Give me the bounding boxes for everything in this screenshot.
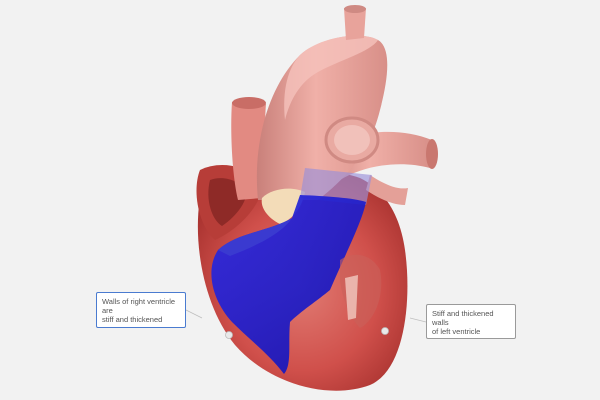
leader-line-right-ventricle — [185, 309, 203, 319]
pulmonary-artery-opening — [426, 139, 438, 169]
callout-line: walls — [432, 318, 449, 327]
pulmonary-ring-inner — [334, 125, 370, 155]
callout-left-ventricle[interactable]: Stiff and thickened walls of left ventri… — [426, 304, 516, 339]
pointer-dot-left-ventricle[interactable] — [381, 327, 389, 335]
callout-line: are — [102, 306, 113, 315]
aortic-branch-opening — [344, 5, 366, 13]
callout-line: stiff and thickened — [102, 315, 163, 324]
pointer-dot-right-ventricle[interactable] — [225, 331, 233, 339]
leader-line-left-ventricle — [409, 317, 427, 323]
callout-line: of left ventricle — [432, 327, 481, 336]
callout-line: Stiff and thickened — [432, 309, 494, 318]
callout-line: Walls of right ventricle — [102, 297, 176, 306]
callout-right-ventricle[interactable]: Walls of right ventricle are stiff and t… — [96, 292, 186, 328]
vena-cava-opening — [232, 97, 266, 109]
heart-illustration — [185, 5, 438, 391]
